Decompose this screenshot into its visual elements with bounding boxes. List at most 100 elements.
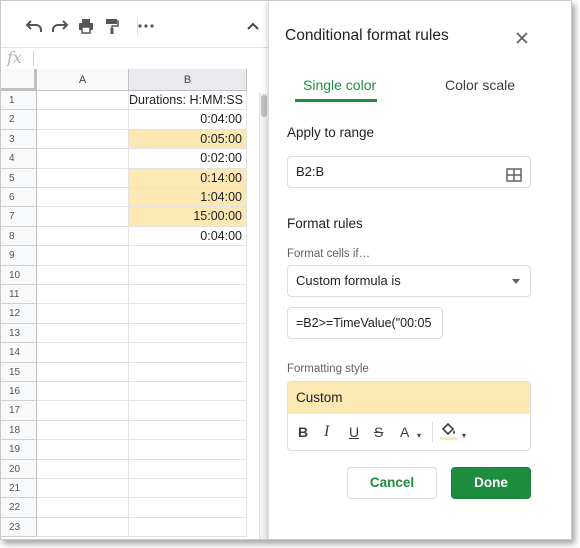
row-header[interactable]: 17 [1, 401, 37, 421]
cell-a[interactable] [37, 440, 129, 460]
row-header[interactable]: 9 [1, 246, 37, 266]
cell-a[interactable] [37, 343, 129, 363]
cell-a[interactable] [37, 265, 129, 285]
done-button[interactable]: Done [451, 467, 531, 499]
cell-b[interactable] [129, 440, 247, 460]
cell-a[interactable] [37, 382, 129, 402]
cell-b[interactable] [129, 517, 247, 538]
cell-a[interactable] [37, 246, 129, 266]
row-header[interactable]: 22 [1, 498, 37, 518]
text-color-button[interactable]: A [400, 424, 409, 440]
fill-color-icon[interactable] [440, 421, 458, 441]
select-all-corner[interactable] [1, 69, 37, 91]
cell-a[interactable] [37, 168, 129, 188]
row-header[interactable]: 18 [1, 420, 37, 441]
cell-b[interactable] [129, 498, 247, 518]
row-header[interactable]: 16 [1, 382, 37, 402]
cell-a[interactable] [37, 207, 129, 227]
row-header[interactable]: 7 [1, 207, 37, 227]
cell-a[interactable] [37, 304, 129, 324]
column-header-a[interactable]: A [37, 69, 129, 91]
cell-a[interactable] [37, 517, 129, 538]
cell-a[interactable] [37, 110, 129, 130]
column-header-b[interactable]: B [129, 69, 247, 91]
close-icon[interactable] [513, 29, 531, 47]
cell-b[interactable] [129, 479, 247, 499]
row-header[interactable]: 15 [1, 362, 37, 382]
print-icon[interactable] [75, 15, 97, 37]
vertical-scrollbar[interactable] [259, 93, 268, 539]
cell-a[interactable] [37, 323, 129, 344]
cell-a[interactable] [37, 226, 129, 247]
sheet-grid: A B 1 Durations: H:MM:SS 2 0:04:00 3 0:05:00 4… [1, 69, 268, 539]
cell-a[interactable] [37, 188, 129, 208]
row-header[interactable]: 10 [1, 265, 37, 285]
row-header[interactable]: 4 [1, 149, 37, 169]
cell-b[interactable] [129, 285, 247, 305]
cell-a[interactable] [37, 401, 129, 421]
tab-single-color[interactable]: Single color [303, 77, 376, 93]
scrollbar-thumb[interactable] [261, 95, 267, 117]
cell-a[interactable] [37, 285, 129, 305]
row-header[interactable]: 14 [1, 343, 37, 363]
cell-a[interactable] [37, 91, 129, 111]
condition-dropdown[interactable]: Custom formula is [287, 265, 531, 297]
italic-button[interactable]: I [324, 424, 329, 440]
cell-b[interactable] [129, 420, 247, 441]
fill-color-chevron-icon[interactable]: ▾ [462, 428, 466, 444]
cell-b[interactable]: 0:04:00 [129, 110, 247, 130]
cell-a[interactable] [37, 459, 129, 479]
cell-b[interactable]: 0:14:00 [129, 168, 247, 188]
row-header[interactable]: 8 [1, 226, 37, 247]
cell-a[interactable] [37, 149, 129, 169]
row-header[interactable]: 3 [1, 129, 37, 150]
cell-b[interactable] [129, 343, 247, 363]
formula-input[interactable]: =B2>=TimeValue("00:05 [287, 307, 443, 339]
row-header[interactable]: 2 [1, 110, 37, 130]
tab-color-scale[interactable]: Color scale [445, 77, 515, 93]
style-preview-dropdown[interactable]: Custom [288, 382, 530, 414]
cell-b[interactable]: 1:04:00 [129, 188, 247, 208]
cell-b[interactable] [129, 304, 247, 324]
row-header[interactable]: 6 [1, 188, 37, 208]
cell-b[interactable] [129, 459, 247, 479]
cancel-button[interactable]: Cancel [347, 467, 437, 499]
cell-b[interactable] [129, 382, 247, 402]
text-color-chevron-icon[interactable]: ▾ [417, 428, 421, 444]
collapse-toolbar-icon[interactable] [242, 15, 264, 37]
cell-a[interactable] [37, 129, 129, 150]
formula-bar[interactable]: fx [1, 47, 268, 69]
cell-a[interactable] [37, 420, 129, 441]
select-range-icon[interactable] [506, 164, 522, 182]
redo-icon[interactable] [49, 15, 71, 37]
cell-a[interactable] [37, 498, 129, 518]
cell-b[interactable]: 15:00:00 [129, 207, 247, 227]
cell-b[interactable] [129, 401, 247, 421]
more-icon[interactable] [135, 15, 157, 37]
cell-b[interactable] [129, 265, 247, 285]
row-header[interactable]: 19 [1, 440, 37, 460]
bold-button[interactable]: B [298, 424, 308, 440]
row-header[interactable]: 13 [1, 323, 37, 344]
underline-button[interactable]: U [349, 424, 359, 440]
cell-b[interactable] [129, 323, 247, 344]
range-input[interactable]: B2:B [287, 156, 531, 188]
row-header[interactable]: 20 [1, 459, 37, 479]
row-header[interactable]: 11 [1, 285, 37, 305]
paint-format-icon[interactable] [101, 15, 123, 37]
row-header[interactable]: 12 [1, 304, 37, 324]
cell-a[interactable] [37, 362, 129, 382]
row-header[interactable]: 5 [1, 168, 37, 188]
cell-b[interactable]: Durations: H:MM:SS [129, 91, 247, 111]
cell-b[interactable]: 0:05:00 [129, 129, 247, 150]
cell-b[interactable] [129, 246, 247, 266]
row-header[interactable]: 1 [1, 91, 37, 111]
cell-b[interactable] [129, 362, 247, 382]
strikethrough-button[interactable]: S [374, 424, 383, 440]
undo-icon[interactable] [23, 15, 45, 37]
cell-a[interactable] [37, 479, 129, 499]
row-header[interactable]: 21 [1, 479, 37, 499]
row-header[interactable]: 23 [1, 517, 37, 538]
cell-b[interactable]: 0:02:00 [129, 149, 247, 169]
cell-b[interactable]: 0:04:00 [129, 226, 247, 247]
